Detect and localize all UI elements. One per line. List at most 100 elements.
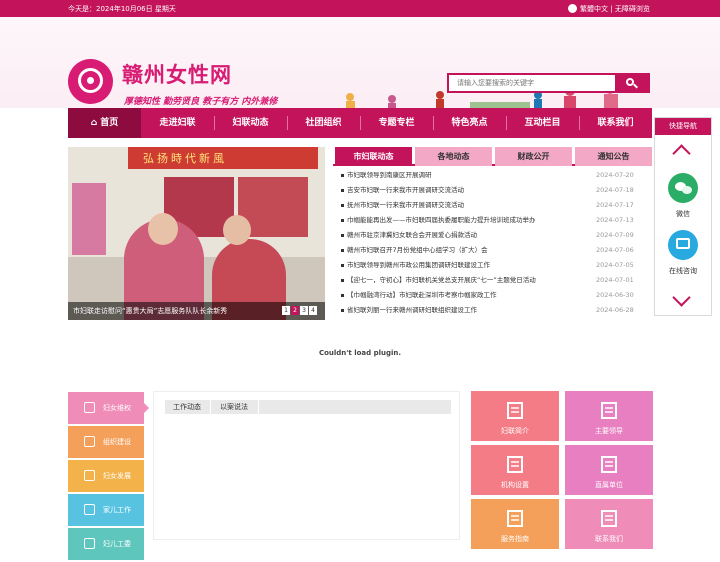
tile-label: 机构设置 [501,481,529,489]
menu-item-icon [84,402,95,413]
nav-organizations[interactable]: 社团组织 [287,108,360,138]
tab-case-law[interactable]: 以案说法 [211,400,257,414]
news-date: 2024-07-18 [596,186,634,194]
left-menu-item[interactable]: 妇女维权 [68,392,149,424]
news-title[interactable]: 抚州市妇联一行来我市开展调研交流活动 [347,198,464,213]
left-menu-item[interactable]: 妇女发展 [68,460,144,492]
news-title[interactable]: 【迎七一，守初心】市妇联机关党总支开展庆“七一”主题党日活动 [347,273,536,288]
tab-finance[interactable]: 财政公开 [495,147,572,166]
nav-about[interactable]: 走进妇联 [141,108,214,138]
left-menu-label: 组织建设 [103,438,131,446]
news-list: 市妇联领导到南康区开展调研 2024-07-20 吉安市妇联一行来我市开展调研交流活… [340,168,652,318]
slide-dot[interactable]: 1 [282,306,290,315]
bullet-icon [341,219,344,222]
site-logo-icon[interactable] [68,59,113,104]
left-menu-item[interactable]: 家儿工作 [68,494,144,526]
news-title[interactable]: 【巾帼融湾行动】市妇联赴深圳市考察巾帼家政工作 [347,288,497,303]
top-links: 繁體中文 | 无障碍浏览 [568,4,650,14]
slide-dot-active[interactable]: 2 [291,306,299,315]
news-title[interactable]: 省妇联刘丽一行来赣州调研妇联组织建设工作 [347,303,477,318]
nav-highlights[interactable]: 特色亮点 [433,108,506,138]
news-item[interactable]: 【巾帼融湾行动】市妇联赴深圳市考察巾帼家政工作 2024-06-30 [340,288,652,303]
news-title[interactable]: 吉安市妇联一行来我市开展调研交流活动 [347,183,464,198]
tile-icon [600,508,618,528]
quick-nav-panel: 快捷导航 微信 在线咨询 [654,117,712,316]
tab-city-news[interactable]: 市妇联动态 [335,147,412,166]
quick-tile[interactable]: 妇联简介 [471,391,559,441]
tab-notices[interactable]: 通知公告 [575,147,652,166]
news-item[interactable]: 赣州市驻京津冀妇女联合会开展爱心捐款活动 2024-07-09 [340,228,652,243]
left-menu-label: 家儿工作 [103,506,131,514]
search-input[interactable] [449,75,615,91]
site-title[interactable]: 赣州女性网 [122,59,232,89]
news-item[interactable]: 抚州市妇联一行来我市开展调研交流活动 2024-07-17 [340,198,652,213]
menu-item-icon [84,504,95,515]
slide-dot[interactable]: 4 [309,306,317,315]
nav-home[interactable]: ⌂ 首页 [68,108,141,138]
nav-contact[interactable]: 联系我们 [579,108,652,138]
news-title[interactable]: 赣州市驻京津冀妇女联合会开展爱心捐款活动 [347,228,477,243]
traditional-chinese-link[interactable]: 繁體中文 [580,5,608,13]
chevron-down-icon[interactable] [672,288,691,307]
left-menu-label: 妇儿工委 [103,540,131,548]
news-title[interactable]: 巾帼能能再出发——市妇联四届执委履职能力提升培训班成功举办 [347,213,536,228]
quick-tile[interactable]: 联系我们 [565,499,653,549]
news-date: 2024-06-30 [596,291,634,299]
active-pointer-icon [144,403,149,413]
search-button[interactable] [615,75,648,91]
left-menu-item[interactable]: 妇儿工委 [68,528,144,560]
left-menu: 妇女维权组织建设妇女发展家儿工作妇儿工委 [68,392,149,562]
tab-local-news[interactable]: 各地动态 [415,147,492,166]
tile-icon [600,454,618,474]
left-menu-label: 妇女发展 [103,472,131,480]
quick-tile[interactable]: 主要领导 [565,391,653,441]
top-bar: 今天是：2024年10月06日 星期天 繁體中文 | 无障碍浏览 [0,0,720,17]
tile-label: 妇联简介 [501,427,529,435]
bullet-icon [341,279,344,282]
slide-dot[interactable]: 3 [300,306,308,315]
plugin-error-message: Couldn't load plugin. [318,349,402,357]
hero-slideshow[interactable]: 弘扬時代新風 [68,147,325,320]
tile-icon [506,400,524,420]
work-news-tabs: 工作动态 以案说法 [165,400,451,414]
news-title[interactable]: 市妇联领导到南康区开展调研 [347,168,432,183]
link-separator: | [610,5,613,13]
news-item[interactable]: 吉安市妇联一行来我市开展调研交流活动 2024-07-18 [340,183,652,198]
accessible-browse-link[interactable]: 无障碍浏览 [615,5,650,13]
quick-tile[interactable]: 机构设置 [471,445,559,495]
news-tabs: 市妇联动态 各地动态 财政公开 通知公告 [333,147,652,166]
tab-work-news[interactable]: 工作动态 [165,400,209,414]
quick-tile[interactable]: 直属单位 [565,445,653,495]
bullet-icon [341,189,344,192]
nav-topics[interactable]: 专题专栏 [360,108,433,138]
quick-tile[interactable]: 服务指南 [471,499,559,549]
nav-interactive[interactable]: 互动栏目 [506,108,579,138]
wechat-label[interactable]: 微信 [655,209,711,219]
main-nav: ⌂ 首页 走进妇联 妇联动态 社团组织 专题专栏 特色亮点 互动栏目 联系我们 [68,108,652,138]
online-consult-icon[interactable] [668,230,698,260]
wechat-icon[interactable] [668,173,698,203]
search-box [447,73,650,93]
news-item[interactable]: 市妇联领导到赣州市政公用集团调研妇联建设工作 2024-07-05 [340,258,652,273]
news-item[interactable]: 赣州市妇联召开7月份党组中心组学习（扩大）会 2024-07-06 [340,243,652,258]
news-date: 2024-07-06 [596,246,634,254]
tile-icon [506,508,524,528]
home-icon: ⌂ [90,118,101,128]
news-item[interactable]: 省妇联刘丽一行来赣州调研妇联组织建设工作 2024-06-28 [340,303,652,318]
online-consult-label[interactable]: 在线咨询 [655,266,711,276]
bullet-icon [341,204,344,207]
news-item[interactable]: 市妇联领导到南康区开展调研 2024-07-20 [340,168,652,183]
news-title[interactable]: 市妇联领导到赣州市政公用集团调研妇联建设工作 [347,258,490,273]
news-item[interactable]: 【迎七一，守初心】市妇联机关党总支开展庆“七一”主题党日活动 2024-07-01 [340,273,652,288]
tile-label: 联系我们 [595,535,623,543]
bullet-icon [341,309,344,312]
left-menu-item[interactable]: 组织建设 [68,426,144,458]
news-item[interactable]: 巾帼能能再出发——市妇联四届执委履职能力提升培训班成功举办 2024-07-13 [340,213,652,228]
tile-label: 服务指南 [501,535,529,543]
nav-news[interactable]: 妇联动态 [214,108,287,138]
news-title[interactable]: 赣州市妇联召开7月份党组中心组学习（扩大）会 [347,243,488,258]
tile-label: 直属单位 [595,481,623,489]
news-date: 2024-07-17 [596,201,634,209]
news-date: 2024-07-09 [596,231,634,239]
chevron-up-icon[interactable] [672,144,691,163]
